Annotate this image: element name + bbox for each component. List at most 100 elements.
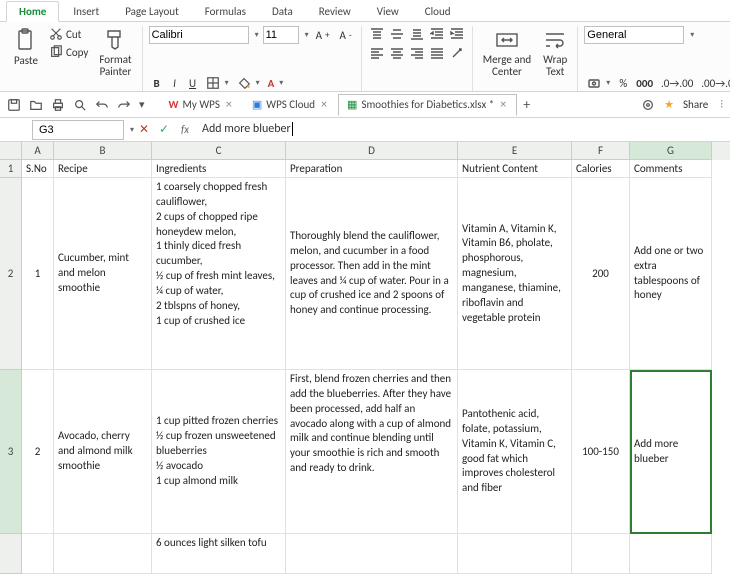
align-bottom-button[interactable]: [408, 26, 426, 42]
col-header-F[interactable]: F: [572, 142, 630, 160]
open-button[interactable]: [26, 96, 46, 114]
ribbon-tab-formulas[interactable]: Formulas: [193, 2, 258, 21]
ribbon-tab-cloud[interactable]: Cloud: [413, 2, 463, 21]
row-header-1[interactable]: 1: [0, 160, 22, 178]
copy-button[interactable]: Copy: [46, 44, 91, 60]
row-header-4[interactable]: [0, 534, 22, 574]
doc-tab-cloud[interactable]: ▣ WPS Cloud ×: [243, 94, 338, 116]
overflow-icon[interactable]: ⫶: [717, 96, 726, 114]
share-button[interactable]: Share: [680, 97, 711, 112]
orientation-button[interactable]: [448, 45, 466, 61]
col-header-D[interactable]: D: [286, 142, 458, 160]
ribbon-tab-view[interactable]: View: [365, 2, 411, 21]
chevron-down-icon[interactable]: ▾: [255, 30, 259, 40]
italic-button[interactable]: I: [167, 76, 183, 91]
ribbon-tab-page-layout[interactable]: Page Layout: [113, 2, 191, 21]
justify-button[interactable]: [428, 45, 446, 61]
cell-C4[interactable]: 6 ounces light silken tofu: [152, 534, 286, 574]
settings-icon[interactable]: [638, 96, 658, 114]
confirm-edit-button[interactable]: ✓: [154, 122, 174, 137]
formula-input[interactable]: Add more blueber: [196, 120, 728, 140]
row-header-3[interactable]: 3: [0, 370, 22, 534]
cell-D3[interactable]: First, blend frozen cherries and then ad…: [286, 370, 458, 534]
cell-A2[interactable]: 1: [22, 178, 54, 370]
col-header-C[interactable]: C: [152, 142, 286, 160]
cell-G3[interactable]: Add more blueber: [630, 370, 712, 534]
cell-E3[interactable]: Pantothenic acid, folate, potassium, Vit…: [458, 370, 572, 534]
merge-center-button[interactable]: Merge and Center: [479, 26, 535, 80]
cell-A4[interactable]: [22, 534, 54, 574]
fill-color-button[interactable]: ▾: [234, 75, 263, 91]
decrease-font-button[interactable]: A-: [337, 28, 355, 43]
fx-icon[interactable]: fx: [174, 123, 196, 136]
doc-tab-file[interactable]: ▦ Smoothies for Diabetics.xlsx * ×: [338, 94, 517, 116]
chevron-down-icon[interactable]: ▾: [690, 30, 694, 40]
align-middle-button[interactable]: [388, 26, 406, 42]
font-size-select[interactable]: [263, 26, 299, 44]
cell-G2[interactable]: Add one or two extra tablespoons of hone…: [630, 178, 712, 370]
cut-button[interactable]: Cut: [46, 26, 91, 42]
col-header-G[interactable]: G: [630, 142, 712, 160]
align-center-button[interactable]: [388, 45, 406, 61]
cell-C2[interactable]: 1 coarsely chopped fresh cauliflower, 2 …: [152, 178, 286, 370]
col-header-A[interactable]: A: [22, 142, 54, 160]
number-format-select[interactable]: [584, 26, 684, 44]
percent-button[interactable]: %: [615, 76, 631, 91]
chevron-down-icon[interactable]: ▾: [305, 30, 309, 40]
undo-button[interactable]: [92, 96, 112, 114]
borders-button[interactable]: ▾: [203, 75, 232, 91]
select-all-corner[interactable]: [0, 142, 22, 160]
bold-button[interactable]: B: [149, 76, 165, 91]
row-header-2[interactable]: 2: [0, 178, 22, 370]
currency-button[interactable]: ▾: [584, 75, 613, 91]
cell-A3[interactable]: 2: [22, 370, 54, 534]
save-button[interactable]: [4, 96, 24, 114]
redo-button[interactable]: [114, 96, 134, 114]
cell-B2[interactable]: Cucumber, mint and melon smoothie: [54, 178, 152, 370]
new-tab-button[interactable]: +: [517, 94, 536, 115]
cell-D2[interactable]: Thoroughly blend the cauliflower, melon,…: [286, 178, 458, 370]
cell-B4[interactable]: [54, 534, 152, 574]
cell-F2[interactable]: 200: [572, 178, 630, 370]
indent-increase-button[interactable]: [448, 26, 466, 42]
increase-decimal-button[interactable]: .0→.00: [658, 76, 696, 91]
paste-button[interactable]: Paste: [10, 26, 42, 69]
col-header-E[interactable]: E: [458, 142, 572, 160]
cell-B1[interactable]: Recipe: [54, 160, 152, 178]
decrease-decimal-button[interactable]: .00→.0: [698, 76, 730, 91]
name-box[interactable]: [32, 120, 124, 140]
cell-G4[interactable]: [630, 534, 712, 574]
ribbon-tab-data[interactable]: Data: [260, 2, 305, 21]
font-color-button[interactable]: A▾: [265, 76, 287, 91]
cell-A1[interactable]: S.No: [22, 160, 54, 178]
increase-font-button[interactable]: A+: [313, 28, 333, 43]
underline-button[interactable]: U: [185, 76, 201, 91]
qat-more-button[interactable]: ▾: [136, 96, 148, 113]
cell-G1[interactable]: Comments: [630, 160, 712, 178]
font-name-select[interactable]: [149, 26, 249, 44]
align-left-button[interactable]: [368, 45, 386, 61]
ribbon-tab-home[interactable]: Home: [6, 1, 59, 22]
cell-F4[interactable]: [572, 534, 630, 574]
align-top-button[interactable]: [368, 26, 386, 42]
wrap-text-button[interactable]: Wrap Text: [539, 26, 571, 80]
cell-E2[interactable]: Vitamin A, Vitamin K, Vitamin B6, pholat…: [458, 178, 572, 370]
doc-tab-mywps[interactable]: W My WPS ×: [160, 94, 243, 116]
col-header-B[interactable]: B: [54, 142, 152, 160]
ribbon-tab-review[interactable]: Review: [307, 2, 363, 21]
close-icon[interactable]: ×: [224, 98, 234, 112]
cell-F3[interactable]: 100-150: [572, 370, 630, 534]
align-right-button[interactable]: [408, 45, 426, 61]
close-icon[interactable]: ×: [319, 98, 329, 112]
print-button[interactable]: [48, 96, 68, 114]
indent-decrease-button[interactable]: [428, 26, 446, 42]
cell-E1[interactable]: Nutrient Content: [458, 160, 572, 178]
cell-C3[interactable]: 1 cup pitted frozen cherries ½ cup froze…: [152, 370, 286, 534]
cell-E4[interactable]: [458, 534, 572, 574]
ribbon-tab-insert[interactable]: Insert: [61, 2, 111, 21]
cancel-edit-button[interactable]: ✕: [134, 122, 154, 137]
format-painter-button[interactable]: Format Painter: [95, 26, 135, 80]
cell-D1[interactable]: Preparation: [286, 160, 458, 178]
comma-button[interactable]: 000: [633, 76, 656, 91]
cell-B3[interactable]: Avocado, cherry and almond milk smoothie: [54, 370, 152, 534]
